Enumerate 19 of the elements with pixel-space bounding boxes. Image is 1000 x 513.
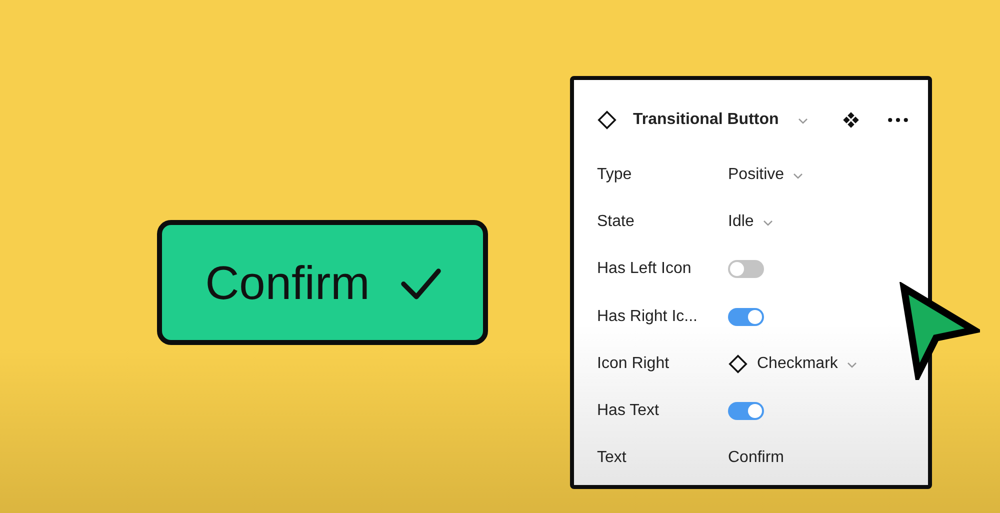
- component-title[interactable]: Transitional Button: [633, 111, 779, 129]
- property-label: Has Right Ic...: [597, 308, 698, 326]
- property-label: Has Text: [597, 402, 660, 420]
- dropdown-value[interactable]: Idle: [728, 212, 754, 231]
- component-icon[interactable]: [842, 111, 860, 129]
- diamond-icon: [728, 354, 748, 374]
- confirm-button[interactable]: Confirm: [157, 220, 488, 345]
- property-label: Text: [597, 449, 628, 468]
- diamond-icon: [597, 110, 617, 130]
- dropdown-value[interactable]: Positive: [728, 166, 784, 184]
- property-label: Has Left Icon: [597, 260, 692, 278]
- toggle-switch[interactable]: [728, 308, 764, 326]
- property-label: Type: [597, 166, 633, 184]
- property-label: State: [597, 212, 636, 231]
- dropdown-value[interactable]: Checkmark: [757, 354, 838, 373]
- property-label: Icon Right: [597, 354, 670, 373]
- toggle-switch[interactable]: [728, 260, 764, 278]
- toggle-switch[interactable]: [728, 402, 764, 420]
- text-value[interactable]: Confirm: [728, 449, 784, 468]
